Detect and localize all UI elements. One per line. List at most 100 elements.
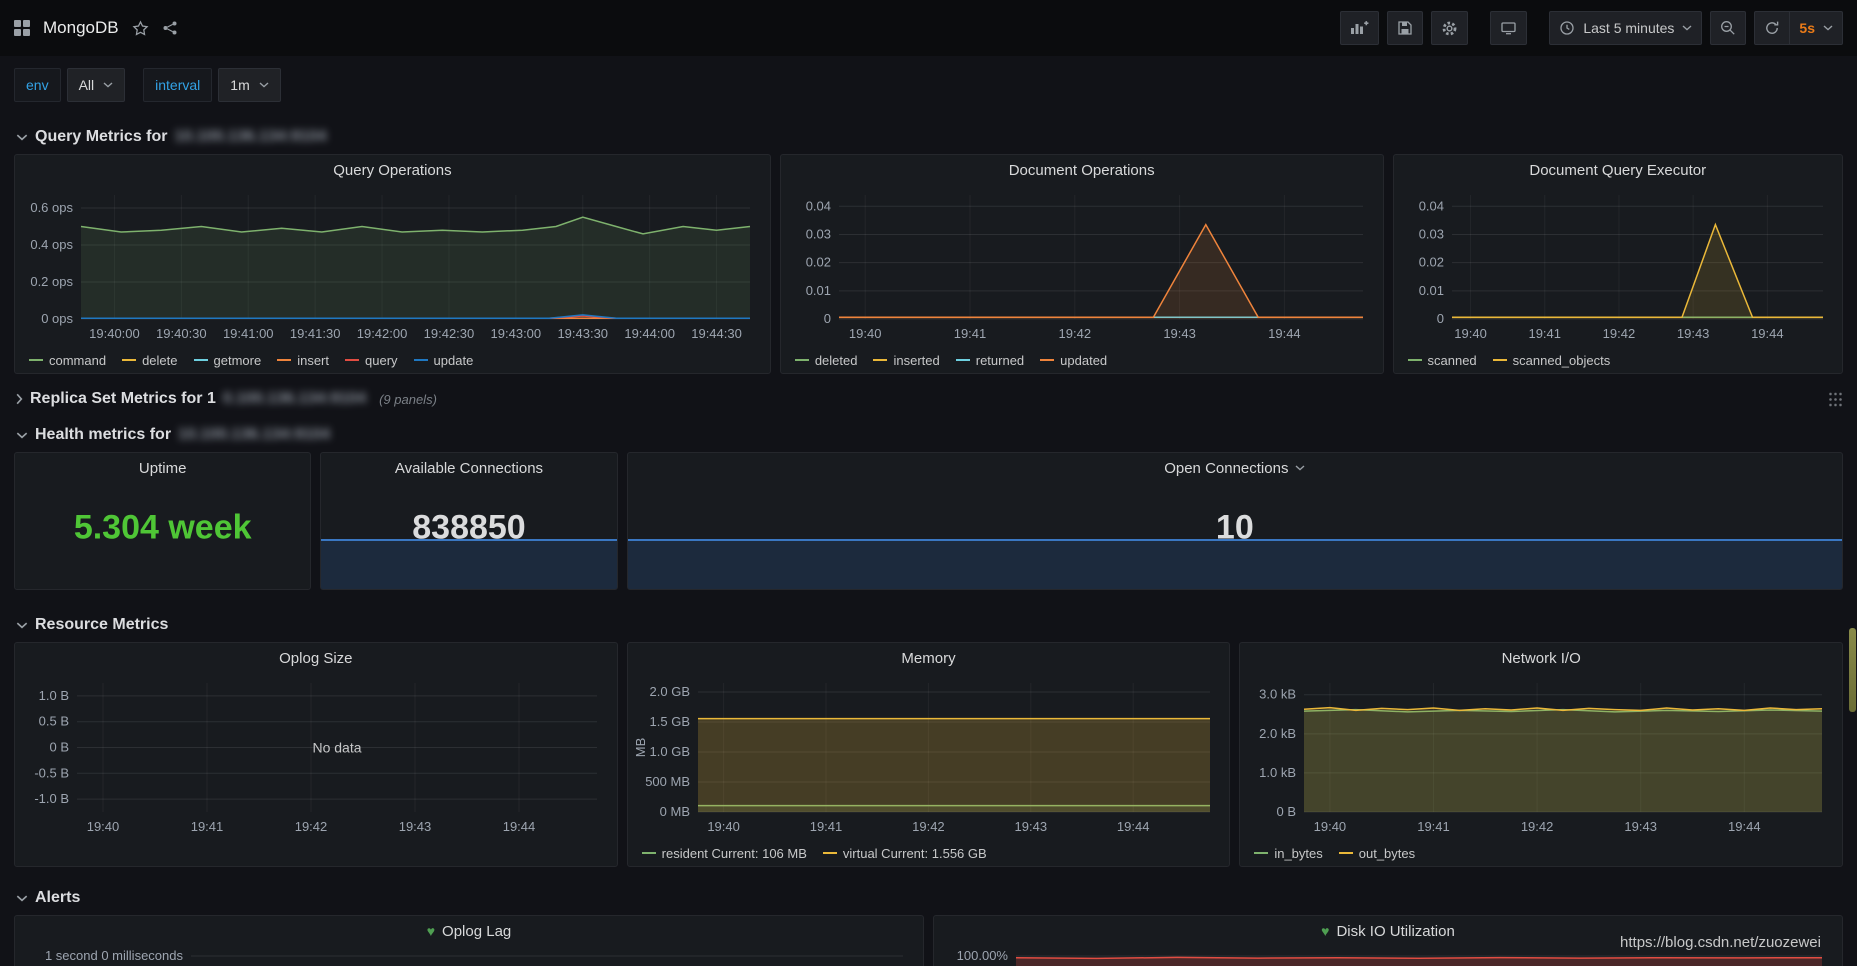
svg-text:19:41: 19:41 [809, 819, 842, 834]
chevron-down-icon [16, 622, 28, 629]
svg-text:19:40: 19:40 [87, 819, 120, 834]
panel-header-open-connections[interactable]: Open Connections [628, 453, 1842, 483]
variable-env-value[interactable]: All [67, 68, 126, 102]
svg-text:0.01: 0.01 [806, 283, 831, 298]
alert-ok-heart-icon: ♥ [1321, 923, 1329, 939]
cycle-view-button[interactable] [1490, 11, 1527, 45]
svg-text:19:41: 19:41 [1418, 819, 1451, 834]
svg-text:0.02: 0.02 [806, 255, 831, 270]
save-dashboard-button[interactable] [1387, 11, 1423, 45]
svg-text:19:43: 19:43 [1676, 326, 1709, 341]
memory-graph[interactable]: 0 MB500 MB1.0 GB1.5 GB2.0 GB19:4019:4119… [634, 673, 1224, 843]
svg-text:19:42: 19:42 [912, 819, 945, 834]
legend-item[interactable]: inserted [873, 353, 939, 368]
svg-text:19:41:30: 19:41:30 [290, 326, 341, 341]
row-title: Query Metrics for [35, 128, 167, 146]
star-icon[interactable] [132, 20, 149, 37]
svg-text:19:42: 19:42 [1058, 326, 1091, 341]
zoom-out-icon [1720, 20, 1736, 36]
svg-text:19:42: 19:42 [295, 819, 328, 834]
svg-text:1.5 GB: 1.5 GB [649, 714, 689, 729]
open-connections-value: 10 [628, 508, 1842, 547]
legend-series-name: resident Current: 106 MB [662, 846, 807, 861]
chevron-down-icon [16, 432, 28, 439]
query-operations-graph[interactable]: 0 ops0.2 ops0.4 ops0.6 ops19:40:0019:40:… [21, 185, 764, 350]
oplog-lag-graph[interactable]: 1 second 0 milliseconds [21, 946, 917, 966]
redacted-host: 10.100.136.134:9104 [178, 426, 330, 444]
time-range-picker[interactable]: Last 5 minutes [1549, 11, 1702, 45]
chevron-down-icon [103, 82, 113, 88]
legend-series-color [1493, 359, 1507, 361]
legend-series-color [1254, 852, 1268, 854]
legend-item[interactable]: in_bytes [1254, 846, 1322, 861]
svg-text:0.03: 0.03 [806, 226, 831, 241]
document-operations-graph[interactable]: 00.010.020.030.0419:4019:4119:4219:4319:… [787, 185, 1377, 350]
panel-header-oplog-lag[interactable]: ♥ Oplog Lag [15, 916, 923, 946]
chevron-down-icon [16, 134, 28, 141]
variable-env: env All [14, 68, 125, 102]
svg-text:19:43: 19:43 [1014, 819, 1047, 834]
network-io-graph[interactable]: 0 B1.0 kB2.0 kB3.0 kB19:4019:4119:4219:4… [1246, 673, 1836, 843]
row-replica-set-metrics[interactable]: Replica Set Metrics for 1 0.100.136.134:… [16, 388, 1843, 410]
svg-text:19:40: 19:40 [1454, 326, 1487, 341]
legend-series-color [956, 359, 970, 361]
row-drag-handle[interactable] [1828, 391, 1843, 408]
svg-text:0.6 ops: 0.6 ops [30, 200, 73, 215]
row-alerts[interactable]: Alerts [16, 887, 1843, 909]
legend-item[interactable]: resident Current: 106 MB [642, 846, 807, 861]
svg-text:0.4 ops: 0.4 ops [30, 237, 73, 252]
panel-header-document-query-executor[interactable]: Document Query Executor [1394, 155, 1843, 185]
legend-item[interactable]: returned [956, 353, 1024, 368]
panel-header-memory[interactable]: Memory [628, 643, 1230, 673]
svg-text:0 B: 0 B [1277, 804, 1297, 819]
row-health-metrics[interactable]: Health metrics for 10.100.136.134:9104 [16, 424, 1843, 446]
svg-text:19:42:00: 19:42:00 [357, 326, 408, 341]
row-resource-metrics[interactable]: Resource Metrics [16, 614, 1843, 636]
legend-item[interactable]: query [345, 353, 398, 368]
panel-header-query-operations[interactable]: Query Operations [15, 155, 770, 185]
dashboards-icon[interactable] [14, 20, 30, 36]
add-panel-button[interactable] [1340, 11, 1379, 45]
query-metrics-panels: Query Operations 0 ops0.2 ops0.4 ops0.6 … [14, 154, 1843, 374]
legend-series-name: scanned [1428, 353, 1477, 368]
oplog-size-graph[interactable]: 1.0 B0.5 B0 B-0.5 B-1.0 B19:4019:4119:42… [21, 673, 611, 843]
legend-item[interactable]: getmore [194, 353, 262, 368]
uptime-value: 5.304 week [15, 508, 310, 547]
panel-add-icon [1350, 20, 1369, 36]
svg-text:19:44: 19:44 [1728, 819, 1761, 834]
zoom-out-button[interactable] [1710, 11, 1746, 45]
gear-icon [1441, 20, 1458, 37]
svg-text:100.00%: 100.00% [957, 948, 1009, 963]
svg-text:1.0 GB: 1.0 GB [649, 744, 689, 759]
panel-available-connections: Available Connections 838850 [320, 452, 617, 590]
legend-item[interactable]: virtual Current: 1.556 GB [823, 846, 987, 861]
panel-header-document-operations[interactable]: Document Operations [781, 155, 1383, 185]
panel-header-uptime[interactable]: Uptime [15, 453, 310, 483]
legend-item[interactable]: updated [1040, 353, 1107, 368]
panel-header-network-io[interactable]: Network I/O [1240, 643, 1842, 673]
panel-header-available-connections[interactable]: Available Connections [321, 453, 616, 483]
document-operations-legend: deleted inserted returned updated [781, 350, 1383, 374]
document-query-executor-graph[interactable]: 00.010.020.030.0419:4019:4119:4219:4319:… [1400, 185, 1837, 350]
row-query-metrics[interactable]: Query Metrics for 10.100.136.134:9104 [16, 126, 1843, 148]
dashboard-settings-button[interactable] [1431, 11, 1468, 45]
legend-item[interactable]: insert [277, 353, 329, 368]
legend-item[interactable]: update [414, 353, 474, 368]
legend-item[interactable]: scanned [1408, 353, 1477, 368]
share-icon[interactable] [162, 20, 178, 36]
refresh-interval-dropdown[interactable]: 5s [1789, 11, 1843, 45]
legend-item[interactable]: deleted [795, 353, 858, 368]
legend-item[interactable]: delete [122, 353, 177, 368]
scrollbar-thumb[interactable] [1849, 628, 1856, 712]
panel-header-oplog-size[interactable]: Oplog Size [15, 643, 617, 673]
legend-item[interactable]: scanned_objects [1493, 353, 1611, 368]
legend-item[interactable]: out_bytes [1339, 846, 1415, 861]
variable-interval-label: interval [143, 68, 212, 102]
svg-text:19:42: 19:42 [1521, 819, 1554, 834]
refresh-button[interactable] [1754, 11, 1790, 45]
panel-title-text: Document Operations [1009, 162, 1155, 179]
legend-item[interactable]: command [29, 353, 106, 368]
legend-series-color [414, 359, 428, 361]
variable-interval-value[interactable]: 1m [218, 68, 280, 102]
legend-series-name: returned [976, 353, 1024, 368]
